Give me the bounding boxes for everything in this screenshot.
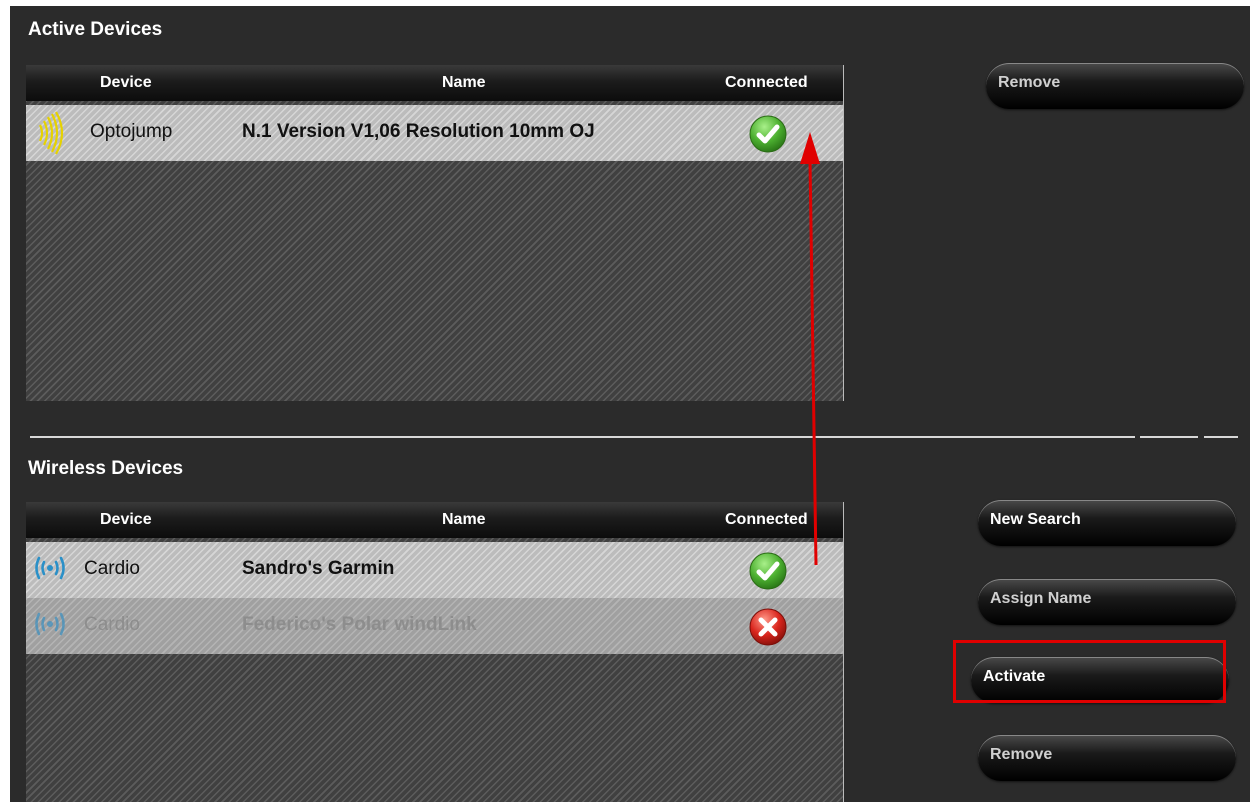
device-type: Cardio xyxy=(84,614,140,635)
disconnected-x-icon xyxy=(749,608,787,646)
section-divider-segment xyxy=(1204,436,1238,438)
device-name: Federico's Polar windLink xyxy=(242,614,477,635)
device-type: Optojump xyxy=(90,121,173,142)
column-header-connected[interactable]: Connected xyxy=(725,74,808,92)
column-header-name[interactable]: Name xyxy=(442,74,486,92)
column-header-name[interactable]: Name xyxy=(442,511,486,529)
device-type: Cardio xyxy=(84,558,140,579)
optojump-icon xyxy=(39,111,64,155)
connected-check-icon xyxy=(749,115,787,153)
column-header-device[interactable]: Device xyxy=(100,511,152,529)
new-search-button[interactable]: New Search xyxy=(978,500,1236,546)
wireless-signal-icon xyxy=(35,556,65,580)
section-divider-segment xyxy=(1140,436,1198,438)
device-name: Sandro's Garmin xyxy=(242,558,395,579)
table-header: Device Name Connected xyxy=(26,65,843,101)
red-arrow-icon xyxy=(800,132,820,566)
column-header-device[interactable]: Device xyxy=(100,74,152,92)
table-row[interactable]: Cardio Sandro's Garmin xyxy=(26,542,843,598)
remove-active-device-button[interactable]: Remove xyxy=(986,63,1244,109)
wireless-devices-table: Device Name Connected Cardio Sandro's Ga… xyxy=(26,502,844,802)
active-devices-title: Active Devices xyxy=(28,19,163,40)
assign-name-button[interactable]: Assign Name xyxy=(978,579,1236,625)
active-devices-table: Device Name Connected Optojump N.1 Versi… xyxy=(26,65,844,401)
activate-highlight-box xyxy=(953,640,1226,703)
table-row[interactable]: Cardio Federico's Polar windLink xyxy=(26,598,843,654)
remove-wireless-device-button[interactable]: Remove xyxy=(978,735,1236,781)
table-header: Device Name Connected xyxy=(26,502,843,538)
wireless-devices-title: Wireless Devices xyxy=(28,458,184,479)
section-divider xyxy=(30,436,1135,438)
table-row[interactable]: Optojump N.1 Version V1,06 Resolution 10… xyxy=(26,105,843,161)
device-name: N.1 Version V1,06 Resolution 10mm OJ xyxy=(242,121,595,142)
wireless-signal-icon xyxy=(35,612,65,636)
connected-check-icon xyxy=(749,552,787,590)
